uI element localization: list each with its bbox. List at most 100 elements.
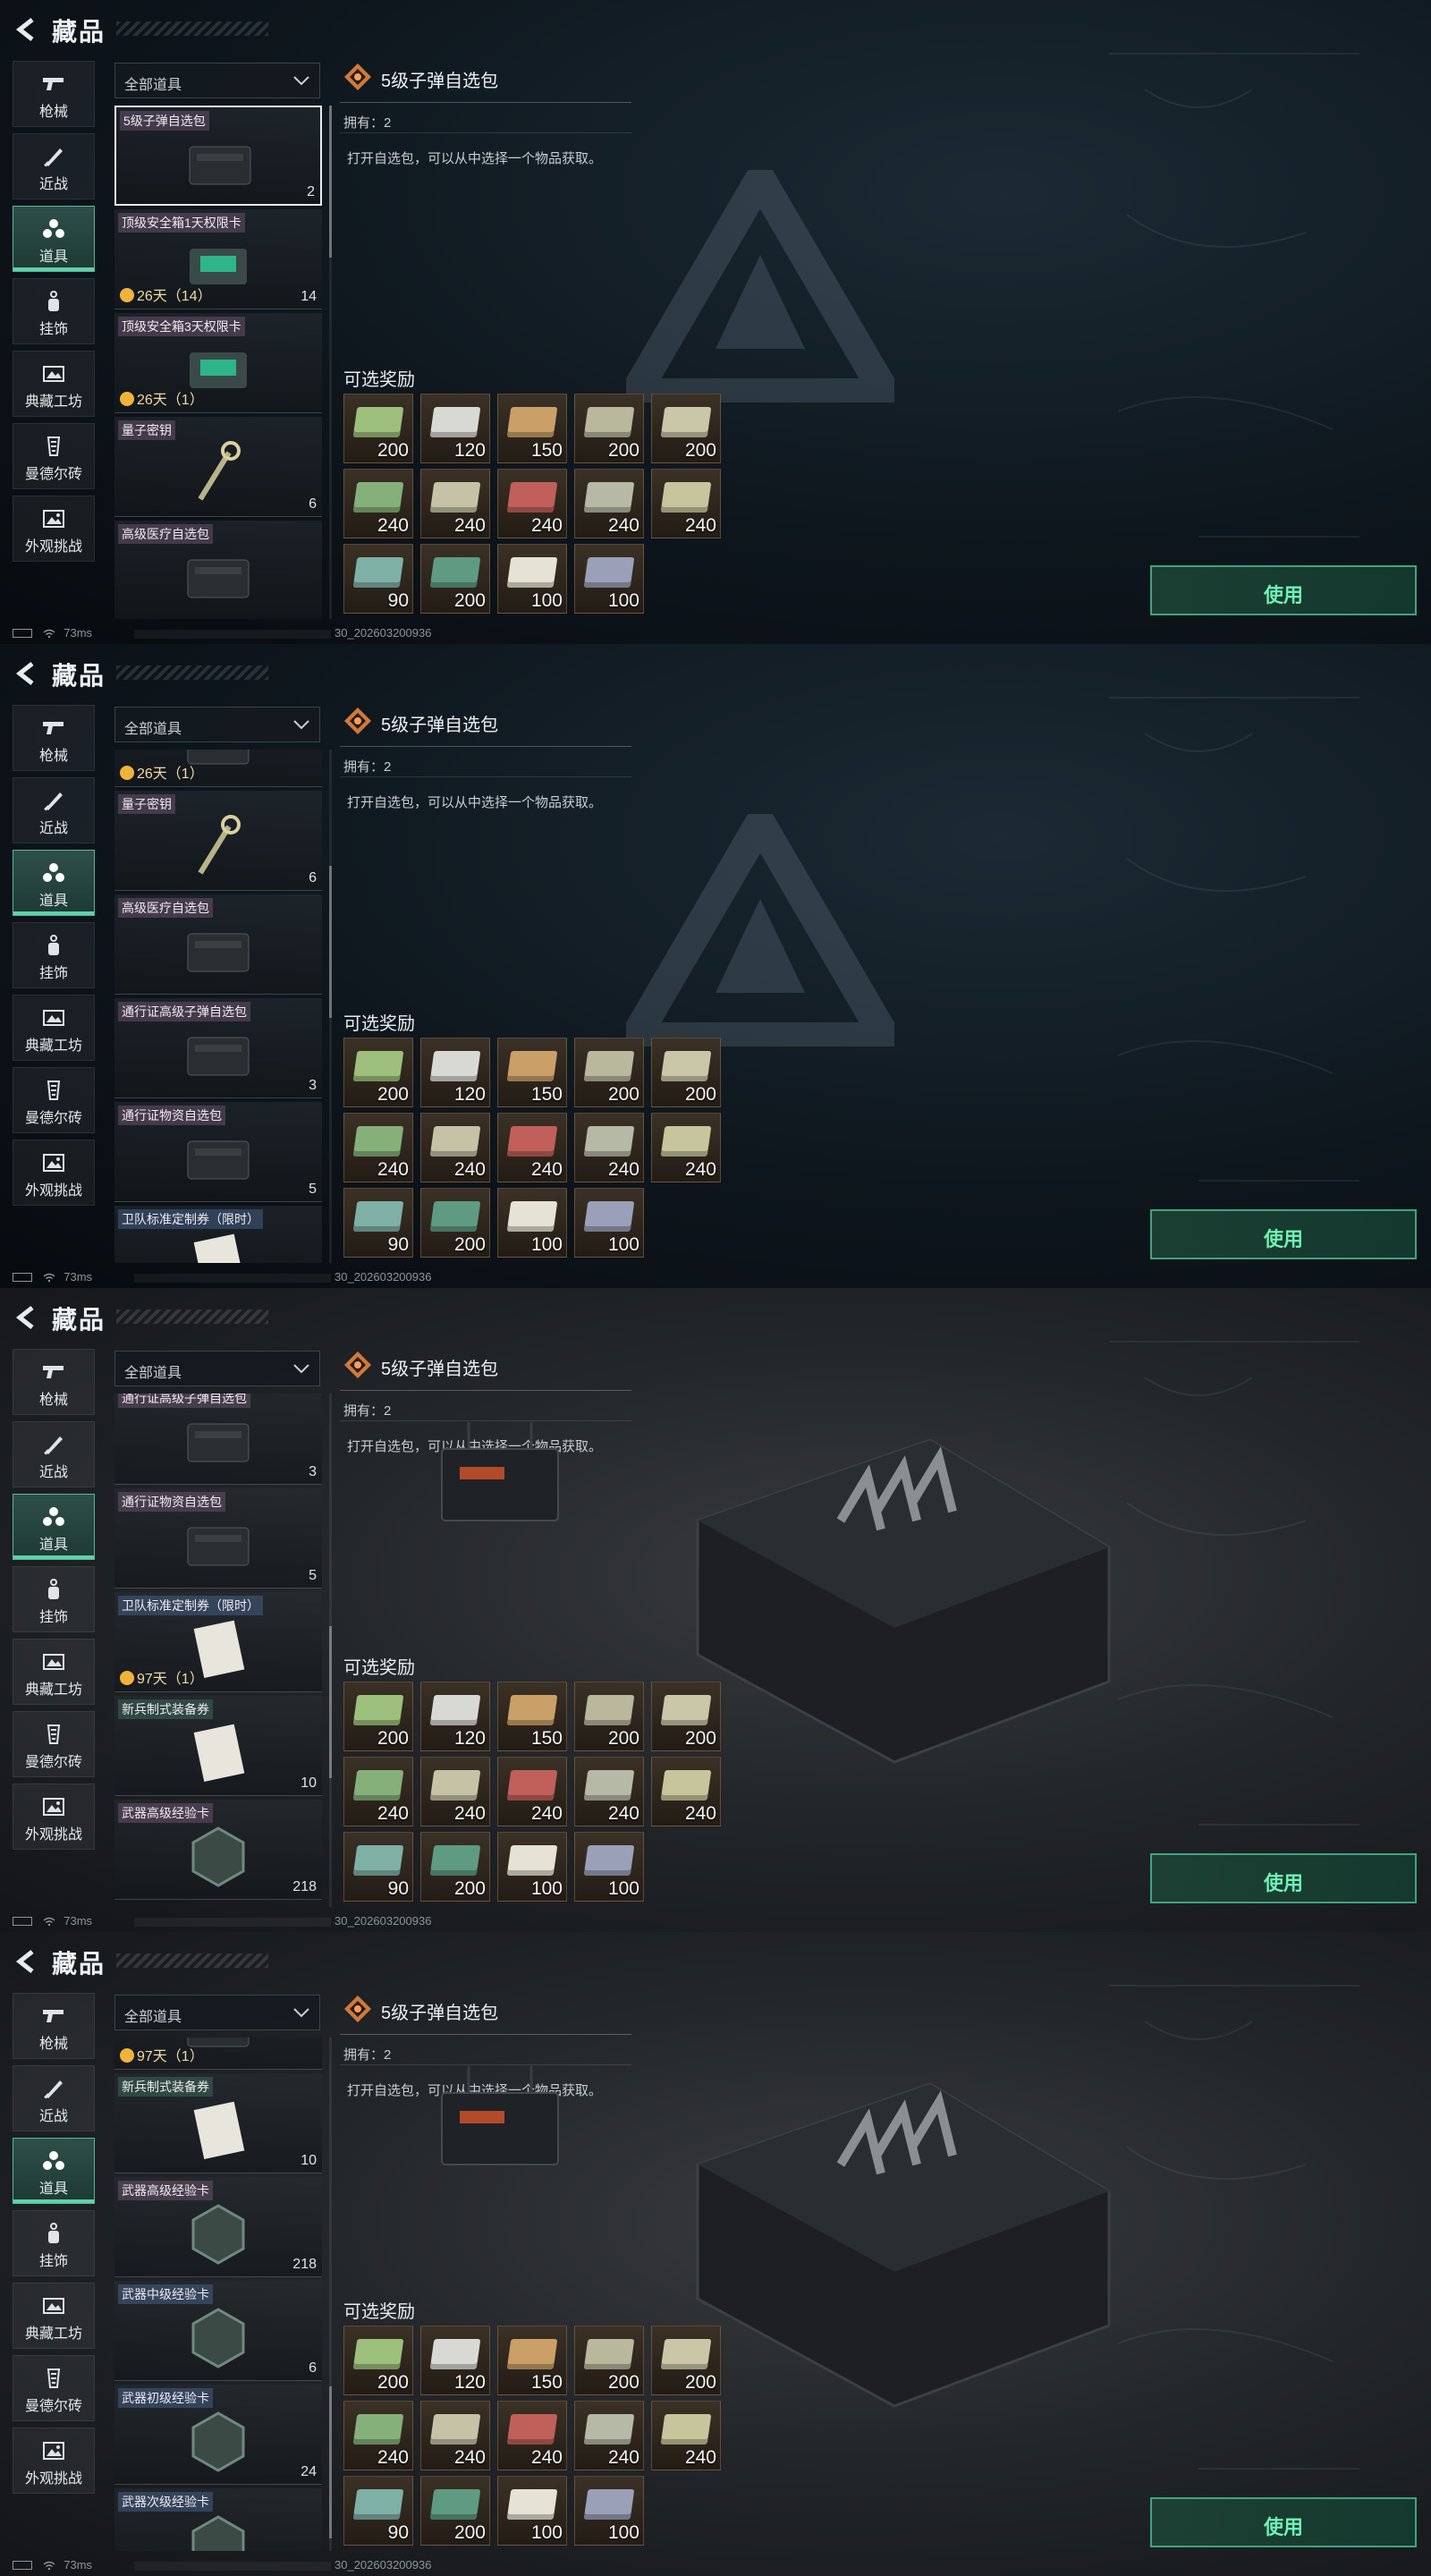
list-scroll-thumb[interactable] — [329, 1626, 332, 1778]
item-card[interactable]: 量子密钥 6 — [114, 417, 322, 517]
rail-item-charm[interactable]: 挂饰 — [13, 1566, 95, 1632]
back-arrow-icon[interactable] — [13, 1948, 38, 1975]
item-list[interactable]: 通行证高级子弹自选包 3 通行证物资自选包 5 卫队标准定制券（限时） 97天（1） 新兵制… — [114, 1394, 322, 1907]
reward-slot[interactable]: 200 — [420, 1188, 490, 1258]
rail-item-challenge[interactable]: 外观挑战 — [13, 496, 95, 562]
item-card[interactable]: 通行证物资自选包 5 — [114, 1102, 322, 1202]
filter-dropdown[interactable]: 全部道具 — [114, 1995, 320, 2030]
reward-slot[interactable]: 100 — [497, 2476, 567, 2546]
back-arrow-icon[interactable] — [13, 1304, 38, 1331]
rail-item-knife[interactable]: 近战 — [13, 2065, 95, 2131]
reward-slot[interactable]: 240 — [420, 469, 490, 538]
rail-item-charm[interactable]: 挂饰 — [13, 2210, 95, 2276]
item-list[interactable]: 26天（1） 量子密钥 6 高级医疗自选包 通行证高级子弹自选包 3 通行证物资自选包 5 卫队… — [114, 750, 322, 1263]
reward-slot[interactable]: 150 — [497, 394, 567, 463]
reward-slot[interactable]: 90 — [343, 2476, 413, 2546]
rail-item-gun[interactable]: 枪械 — [13, 1349, 95, 1415]
list-scrollbar[interactable] — [329, 2038, 332, 2551]
list-scroll-thumb[interactable] — [329, 106, 332, 258]
rail-item-workshop[interactable]: 典藏工坊 — [13, 995, 95, 1061]
reward-slot[interactable]: 200 — [343, 2326, 413, 2395]
reward-slot[interactable]: 240 — [651, 469, 721, 538]
item-card[interactable]: 量子密钥 6 — [114, 791, 322, 891]
list-scroll-thumb[interactable] — [329, 866, 332, 1018]
reward-slot[interactable]: 240 — [574, 1113, 644, 1182]
reward-slot[interactable]: 240 — [343, 469, 413, 538]
reward-slot[interactable]: 200 — [343, 394, 413, 463]
rail-item-charm[interactable]: 挂饰 — [13, 922, 95, 988]
reward-slot[interactable]: 200 — [651, 394, 721, 463]
item-card[interactable]: 通行证高级子弹自选包 3 — [114, 998, 322, 1098]
rail-item-challenge[interactable]: 外观挑战 — [13, 1784, 95, 1850]
reward-slot[interactable]: 240 — [574, 1757, 644, 1826]
item-list[interactable]: 5级子弹自选包 2 顶级安全箱1天权限卡 26天（14） 14 顶级安全箱3天权限卡 26天… — [114, 106, 322, 619]
reward-slot[interactable]: 120 — [420, 394, 490, 463]
use-button[interactable]: 使用 — [1150, 1209, 1417, 1259]
rail-item-items[interactable]: 道具 — [13, 850, 95, 916]
item-card[interactable]: 新兵制式装备券 10 — [114, 1696, 322, 1796]
reward-slot[interactable]: 240 — [651, 1113, 721, 1182]
item-card[interactable]: 顶级安全箱3天权限卡 26天（1） — [114, 313, 322, 413]
reward-slot[interactable]: 200 — [574, 394, 644, 463]
reward-slot[interactable]: 150 — [497, 1038, 567, 1107]
rail-item-brick[interactable]: 曼德尔砖 — [13, 2355, 95, 2421]
use-button[interactable]: 使用 — [1150, 2497, 1417, 2547]
rail-item-brick[interactable]: 曼德尔砖 — [13, 1067, 95, 1133]
item-card[interactable]: 26天（1） — [114, 750, 322, 787]
reward-slot[interactable]: 240 — [497, 1757, 567, 1826]
filter-dropdown[interactable]: 全部道具 — [114, 1351, 320, 1386]
filter-dropdown[interactable]: 全部道具 — [114, 63, 320, 98]
reward-slot[interactable]: 90 — [343, 544, 413, 614]
item-card[interactable]: 武器次级经验卡 — [114, 2488, 322, 2551]
reward-slot[interactable]: 200 — [574, 1682, 644, 1751]
use-button[interactable]: 使用 — [1150, 565, 1417, 615]
rail-item-challenge[interactable]: 外观挑战 — [13, 2428, 95, 2494]
rail-item-gun[interactable]: 枪械 — [13, 61, 95, 127]
item-card[interactable]: 97天（1） — [114, 2038, 322, 2070]
reward-slot[interactable]: 150 — [497, 1682, 567, 1751]
reward-slot[interactable]: 120 — [420, 1682, 490, 1751]
reward-slot[interactable]: 100 — [497, 1188, 567, 1258]
item-card[interactable]: 高级医疗自选包 — [114, 521, 322, 619]
reward-slot[interactable]: 150 — [497, 2326, 567, 2395]
rail-item-workshop[interactable]: 典藏工坊 — [13, 2283, 95, 2349]
list-scrollbar[interactable] — [329, 750, 332, 1263]
rail-item-brick[interactable]: 曼德尔砖 — [13, 1711, 95, 1777]
reward-slot[interactable]: 240 — [497, 1113, 567, 1182]
item-card[interactable]: 新兵制式装备券 10 — [114, 2073, 322, 2174]
use-button[interactable]: 使用 — [1150, 1853, 1417, 1903]
item-card[interactable]: 通行证高级子弹自选包 3 — [114, 1394, 322, 1485]
reward-slot[interactable]: 90 — [343, 1832, 413, 1902]
rail-item-items[interactable]: 道具 — [13, 2138, 95, 2204]
rail-item-knife[interactable]: 近战 — [13, 133, 95, 199]
reward-slot[interactable]: 240 — [343, 1757, 413, 1826]
reward-slot[interactable]: 200 — [574, 2326, 644, 2395]
reward-slot[interactable]: 240 — [574, 2401, 644, 2470]
list-scrollbar[interactable] — [329, 1394, 332, 1907]
reward-slot[interactable]: 100 — [574, 1188, 644, 1258]
list-scroll-thumb[interactable] — [329, 2386, 332, 2538]
reward-slot[interactable]: 200 — [574, 1038, 644, 1107]
reward-slot[interactable]: 120 — [420, 1038, 490, 1107]
rail-item-charm[interactable]: 挂饰 — [13, 278, 95, 344]
reward-slot[interactable]: 100 — [574, 544, 644, 614]
rail-item-knife[interactable]: 近战 — [13, 1421, 95, 1487]
reward-slot[interactable]: 240 — [420, 2401, 490, 2470]
item-card[interactable]: 顶级安全箱1天权限卡 26天（14） 14 — [114, 209, 322, 309]
filter-dropdown[interactable]: 全部道具 — [114, 707, 320, 742]
reward-slot[interactable]: 200 — [651, 1038, 721, 1107]
rail-item-workshop[interactable]: 典藏工坊 — [13, 1639, 95, 1705]
rail-item-gun[interactable]: 枪械 — [13, 705, 95, 771]
reward-slot[interactable]: 240 — [343, 1113, 413, 1182]
list-scrollbar[interactable] — [329, 106, 332, 619]
reward-slot[interactable]: 100 — [497, 1832, 567, 1902]
reward-slot[interactable]: 200 — [420, 1832, 490, 1902]
rail-item-workshop[interactable]: 典藏工坊 — [13, 351, 95, 417]
reward-slot[interactable]: 240 — [420, 1757, 490, 1826]
item-card[interactable]: 武器高级经验卡 218 — [114, 2177, 322, 2277]
reward-slot[interactable]: 100 — [574, 2476, 644, 2546]
reward-slot[interactable]: 200 — [343, 1038, 413, 1107]
reward-slot[interactable]: 90 — [343, 1188, 413, 1258]
reward-slot[interactable]: 200 — [420, 544, 490, 614]
reward-slot[interactable]: 240 — [497, 2401, 567, 2470]
